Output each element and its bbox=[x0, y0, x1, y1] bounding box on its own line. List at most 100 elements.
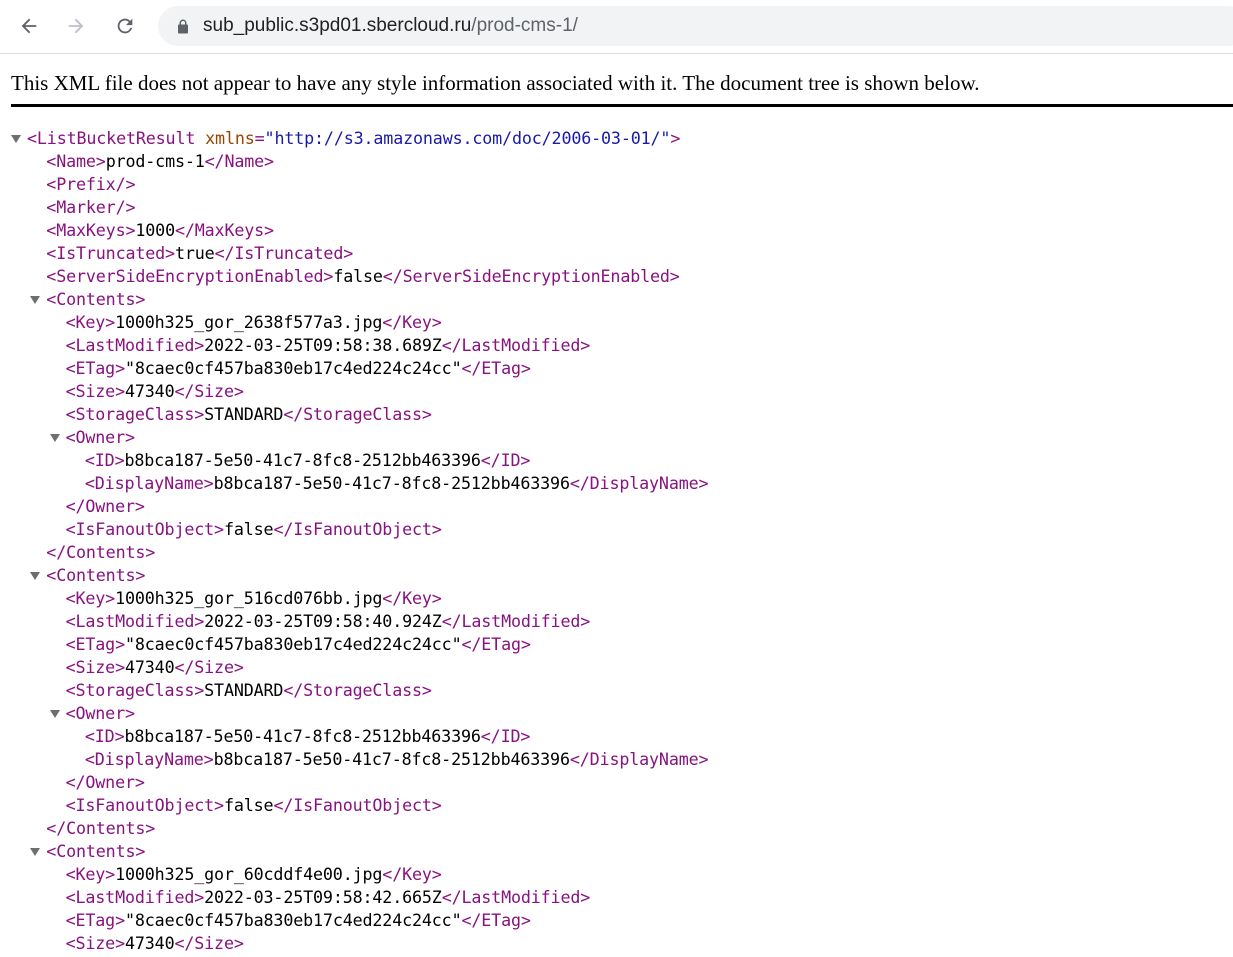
element-value: "8caec0cf457ba830eb17c4ed224c24cc" bbox=[124, 358, 462, 378]
owner-open-tag: <Owner> bbox=[65, 703, 135, 723]
collapse-triangle-icon[interactable] bbox=[11, 127, 21, 150]
close-tag: </LastModified> bbox=[441, 887, 591, 907]
fanout-line: <IsFanoutObject>false</IsFanoutObject> bbox=[0, 794, 1233, 817]
contents-field-line: <ETag>"8caec0cf457ba830eb17c4ed224c24cc"… bbox=[0, 909, 1233, 932]
element-value: STANDARD bbox=[204, 404, 284, 424]
element-value: true bbox=[174, 243, 215, 263]
xml-header-line: <Marker/> bbox=[0, 196, 1233, 219]
owner-open-line: <Owner> bbox=[0, 426, 1233, 449]
contents-field-line: <ETag>"8caec0cf457ba830eb17c4ed224c24cc"… bbox=[0, 633, 1233, 656]
xml-header-line: <IsTruncated>true</IsTruncated> bbox=[0, 242, 1233, 265]
owner-close-line: </Owner> bbox=[0, 495, 1233, 518]
element-value: prod-cms-1 bbox=[105, 151, 205, 171]
element-value: 2022-03-25T09:58:38.689Z bbox=[204, 335, 442, 355]
close-tag: </ID> bbox=[480, 726, 531, 746]
contents-field-line: <StorageClass>STANDARD</StorageClass> bbox=[0, 679, 1233, 702]
open-tag: <Size> bbox=[65, 381, 126, 401]
back-arrow-icon bbox=[18, 15, 40, 37]
close-tag: </StorageClass> bbox=[283, 404, 432, 424]
close-tag: </Size> bbox=[174, 933, 244, 953]
open-tag: <Size> bbox=[65, 657, 126, 677]
contents-field-line: <LastModified>2022-03-25T09:58:42.665Z</… bbox=[0, 886, 1233, 909]
open-tag: <IsFanoutObject> bbox=[65, 795, 225, 815]
element-value: b8bca187-5e50-41c7-8fc8-2512bb463396 bbox=[213, 749, 570, 769]
element-value: 1000h325_gor_516cd076bb.jpg bbox=[115, 588, 383, 608]
element-value: b8bca187-5e50-41c7-8fc8-2512bb463396 bbox=[124, 450, 481, 470]
open-tag: <IsTruncated> bbox=[46, 243, 175, 263]
element-value: "8caec0cf457ba830eb17c4ed224c24cc" bbox=[124, 634, 462, 654]
open-tag: <DisplayName> bbox=[84, 749, 214, 769]
xmlns-attr-name: xmlns bbox=[205, 128, 255, 148]
element-value: 1000 bbox=[135, 220, 175, 240]
close-tag: </Name> bbox=[204, 151, 274, 171]
reload-button[interactable] bbox=[107, 8, 143, 44]
owner-close-tag: </Owner> bbox=[65, 772, 145, 792]
open-tag: <ETag> bbox=[65, 910, 126, 930]
owner-field-line: <DisplayName>b8bca187-5e50-41c7-8fc8-251… bbox=[0, 748, 1233, 771]
open-tag: <LastModified> bbox=[65, 887, 205, 907]
lock-icon[interactable] bbox=[177, 19, 189, 34]
open-tag: <LastModified> bbox=[65, 611, 205, 631]
close-tag: </ETag> bbox=[461, 634, 531, 654]
open-tag: <DisplayName> bbox=[84, 473, 214, 493]
root-open-tag: <ListBucketResult bbox=[27, 128, 206, 148]
close-tag: </MaxKeys> bbox=[174, 220, 274, 240]
element-value: false bbox=[223, 519, 274, 539]
contents-field-line: <LastModified>2022-03-25T09:58:40.924Z</… bbox=[0, 610, 1233, 633]
xml-header-line: <MaxKeys>1000</MaxKeys> bbox=[0, 219, 1233, 242]
contents-field-line: <StorageClass>STANDARD</StorageClass> bbox=[0, 403, 1233, 426]
element-value: 2022-03-25T09:58:40.924Z bbox=[204, 611, 442, 631]
collapse-triangle-icon[interactable] bbox=[30, 564, 41, 587]
element-value: STANDARD bbox=[204, 680, 284, 700]
back-button[interactable] bbox=[11, 8, 47, 44]
contents-field-line: <Size>47340</Size> bbox=[0, 932, 1233, 955]
close-tag: </Size> bbox=[174, 381, 244, 401]
open-tag: <IsFanoutObject> bbox=[65, 519, 225, 539]
close-tag: </Key> bbox=[382, 312, 442, 332]
open-tag: <ID> bbox=[84, 726, 125, 746]
open-tag: <Size> bbox=[65, 933, 126, 953]
info-divider bbox=[11, 104, 1233, 107]
address-bar[interactable]: sub_public.s3pd01.sbercloud.ru/prod-cms-… bbox=[158, 6, 1233, 46]
element-value: b8bca187-5e50-41c7-8fc8-2512bb463396 bbox=[124, 726, 481, 746]
owner-open-tag: <Owner> bbox=[65, 427, 135, 447]
collapse-triangle-icon[interactable] bbox=[30, 288, 41, 311]
xmlns-attr-value: "http://s3.amazonaws.com/doc/2006-03-01/… bbox=[264, 128, 671, 148]
contents-open-tag: <Contents> bbox=[46, 565, 146, 585]
contents-field-line: <Key>1000h325_gor_516cd076bb.jpg</Key> bbox=[0, 587, 1233, 610]
open-tag: <ETag> bbox=[65, 358, 126, 378]
element-value: false bbox=[333, 266, 383, 286]
contents-open-line: <Contents> bbox=[0, 288, 1233, 311]
contents-close-line: </Contents> bbox=[0, 541, 1233, 564]
element-value: b8bca187-5e50-41c7-8fc8-2512bb463396 bbox=[213, 473, 570, 493]
close-tag: </LastModified> bbox=[441, 335, 591, 355]
owner-open-line: <Owner> bbox=[0, 702, 1233, 725]
close-tag: </ETag> bbox=[461, 358, 531, 378]
url-text[interactable]: sub_public.s3pd01.sbercloud.ru/prod-cms-… bbox=[203, 15, 578, 37]
open-tag: <ServerSideEncryptionEnabled> bbox=[46, 266, 334, 286]
browser-toolbar: sub_public.s3pd01.sbercloud.ru/prod-cms-… bbox=[0, 0, 1233, 54]
url-path: /prod-cms-1/ bbox=[471, 15, 578, 36]
contents-field-line: <Size>47340</Size> bbox=[0, 380, 1233, 403]
owner-close-tag: </Owner> bbox=[65, 496, 145, 516]
forward-button[interactable] bbox=[58, 8, 94, 44]
attr-equals: = bbox=[254, 128, 265, 148]
open-tag: <Marker/> bbox=[46, 197, 136, 217]
open-tag: <Prefix/> bbox=[46, 174, 136, 194]
close-tag: </ETag> bbox=[461, 910, 531, 930]
collapse-triangle-icon[interactable] bbox=[49, 702, 60, 725]
owner-field-line: <ID>b8bca187-5e50-41c7-8fc8-2512bb463396… bbox=[0, 449, 1233, 472]
open-tag: <Key> bbox=[65, 312, 116, 332]
element-value: 47340 bbox=[124, 381, 175, 401]
open-tag: <Key> bbox=[65, 864, 116, 884]
collapse-triangle-icon[interactable] bbox=[30, 840, 41, 863]
element-value: 1000h325_gor_2638f577a3.jpg bbox=[115, 312, 383, 332]
reload-icon bbox=[114, 15, 136, 37]
open-tag: <StorageClass> bbox=[65, 404, 205, 424]
collapse-triangle-icon[interactable] bbox=[49, 426, 60, 449]
owner-field-line: <ID>b8bca187-5e50-41c7-8fc8-2512bb463396… bbox=[0, 725, 1233, 748]
contents-open-line: <Contents> bbox=[0, 840, 1233, 863]
open-tag: <ETag> bbox=[65, 634, 126, 654]
close-tag: </Key> bbox=[382, 864, 442, 884]
contents-field-line: <Key>1000h325_gor_60cddf4e00.jpg</Key> bbox=[0, 863, 1233, 886]
